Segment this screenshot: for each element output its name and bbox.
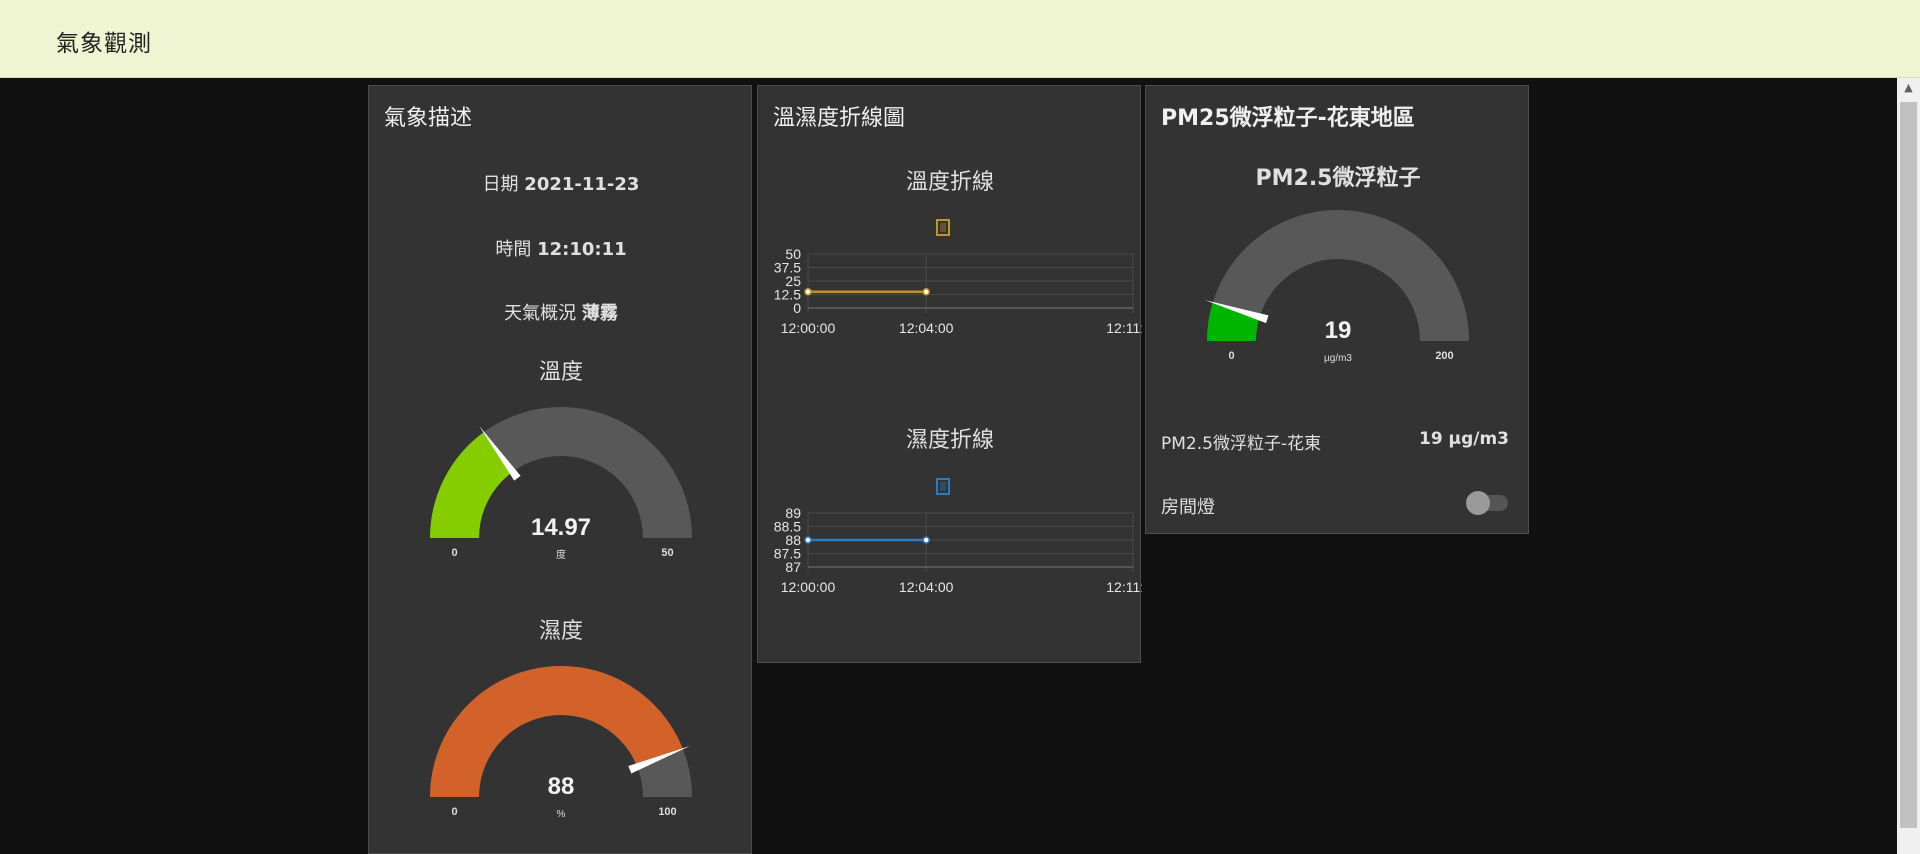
temp-gauge-title: 溫度 xyxy=(538,360,583,385)
pm-gauge-fill xyxy=(1207,302,1260,342)
temp-chart-x-tick: 12:00:00 xyxy=(781,320,836,336)
temp-gauge-max-label: 50 xyxy=(661,547,673,559)
scroll-thumb[interactable] xyxy=(1900,102,1917,828)
pm-gauge-unit: µg/m3 xyxy=(1324,353,1352,364)
pm-card: PM25微浮粒子-花東地區 PM2.5微浮粒子 19 µg/m3 0 200 PM2.… xyxy=(1145,85,1529,534)
temp-chart-title: 溫度折線 xyxy=(905,170,994,195)
hum-chart-y-tick: 89 xyxy=(785,505,801,521)
hum-gauge-max-label: 100 xyxy=(658,806,676,818)
pm-reading-label: PM2.5微浮粒子-花東 xyxy=(1161,434,1322,454)
hum-chart-x-tick: 12:11:00 xyxy=(1106,579,1142,595)
condition-value: 薄霧 xyxy=(581,303,618,324)
temp-chart-legend-swatch-fill xyxy=(940,223,946,232)
hum-chart-x-tick: 12:00:00 xyxy=(781,579,836,595)
temp-gauge-unit: 度 xyxy=(556,548,566,561)
pm-gauge-max-label: 200 xyxy=(1435,350,1453,362)
room-light-label: 房間燈 xyxy=(1161,497,1215,518)
hum-gauge-title: 濕度 xyxy=(538,619,583,644)
hum-gauge-value: 88 xyxy=(548,773,575,800)
temperature-gauge: 14.97 度 0 50 xyxy=(430,407,692,561)
hum-gauge-min-label: 0 xyxy=(451,806,457,818)
time-value: 12:10:11 xyxy=(537,239,627,260)
vertical-scrollbar[interactable]: ▲ xyxy=(1897,78,1920,854)
hum-chart-x-tick: 12:04:00 xyxy=(899,579,954,595)
date-row: 日期 2021-11-23 xyxy=(369,170,753,196)
date-value: 2021-11-23 xyxy=(524,174,640,195)
condition-row: 天氣概況 薄霧 xyxy=(369,299,753,325)
temp-chart-point xyxy=(804,288,812,296)
hum-gauge-unit: % xyxy=(557,809,566,820)
temp-chart-point xyxy=(922,288,930,296)
pm-gauge-title: PM2.5微浮粒子 xyxy=(1255,166,1421,191)
condition-label: 天氣概況 xyxy=(504,303,577,324)
pm-card-title: PM25微浮粒子-花東地區 xyxy=(1161,106,1415,131)
chart-card-title: 溫濕度折線圖 xyxy=(773,106,906,131)
temp-gauge-fill xyxy=(430,432,514,539)
pm-gauge-min-label: 0 xyxy=(1228,350,1234,362)
time-label: 時間 xyxy=(495,239,532,260)
temp-chart-y-tick: 50 xyxy=(785,246,801,262)
hum-chart-title: 濕度折線 xyxy=(905,428,994,453)
humidity-gauge: 88% 0 100 xyxy=(430,666,692,820)
date-label: 日期 xyxy=(482,174,519,195)
hum-chart-point xyxy=(922,536,930,544)
time-row: 時間 12:10:11 xyxy=(369,235,753,261)
weather-card-title: 氣象描述 xyxy=(384,106,473,131)
hum-chart-point xyxy=(804,536,812,544)
chart-card: 溫濕度折線圖 溫度折線 0 12.5 25 37.5 50 12:00:00 12:04:0… xyxy=(757,85,1142,663)
weather-card: 氣象描述 日期 2021-11-23 時間 12:10:11 天氣概況 薄霧 溫… xyxy=(368,85,752,854)
temp-chart-x-tick: 12:04:00 xyxy=(899,320,954,336)
scroll-up-arrow-icon[interactable]: ▲ xyxy=(1897,78,1920,98)
temp-gauge-value: 14.97 xyxy=(531,514,591,541)
pm-gauge-value: 19 xyxy=(1325,317,1352,344)
pm-reading-value: 19 µg/m3 xyxy=(1418,429,1509,449)
room-light-toggle[interactable] xyxy=(1466,491,1508,515)
temperature-line-chart: 012.52537.55012:00:0012:04:0012:11:00 xyxy=(774,219,1142,336)
page-title: 氣象觀測 xyxy=(56,31,152,57)
top-bar: 氣象觀測 xyxy=(0,0,1920,78)
temp-gauge-min-label: 0 xyxy=(451,547,457,559)
humidity-line-chart: 8787.58888.58912:00:0012:04:0012:11:00 xyxy=(774,478,1142,595)
temp-chart-x-tick: 12:11:00 xyxy=(1106,320,1142,336)
hum-chart-legend-swatch-fill xyxy=(940,482,946,491)
pm25-gauge: 19 µg/m3 0 200 xyxy=(1205,210,1469,364)
toggle-knob[interactable] xyxy=(1466,491,1490,515)
